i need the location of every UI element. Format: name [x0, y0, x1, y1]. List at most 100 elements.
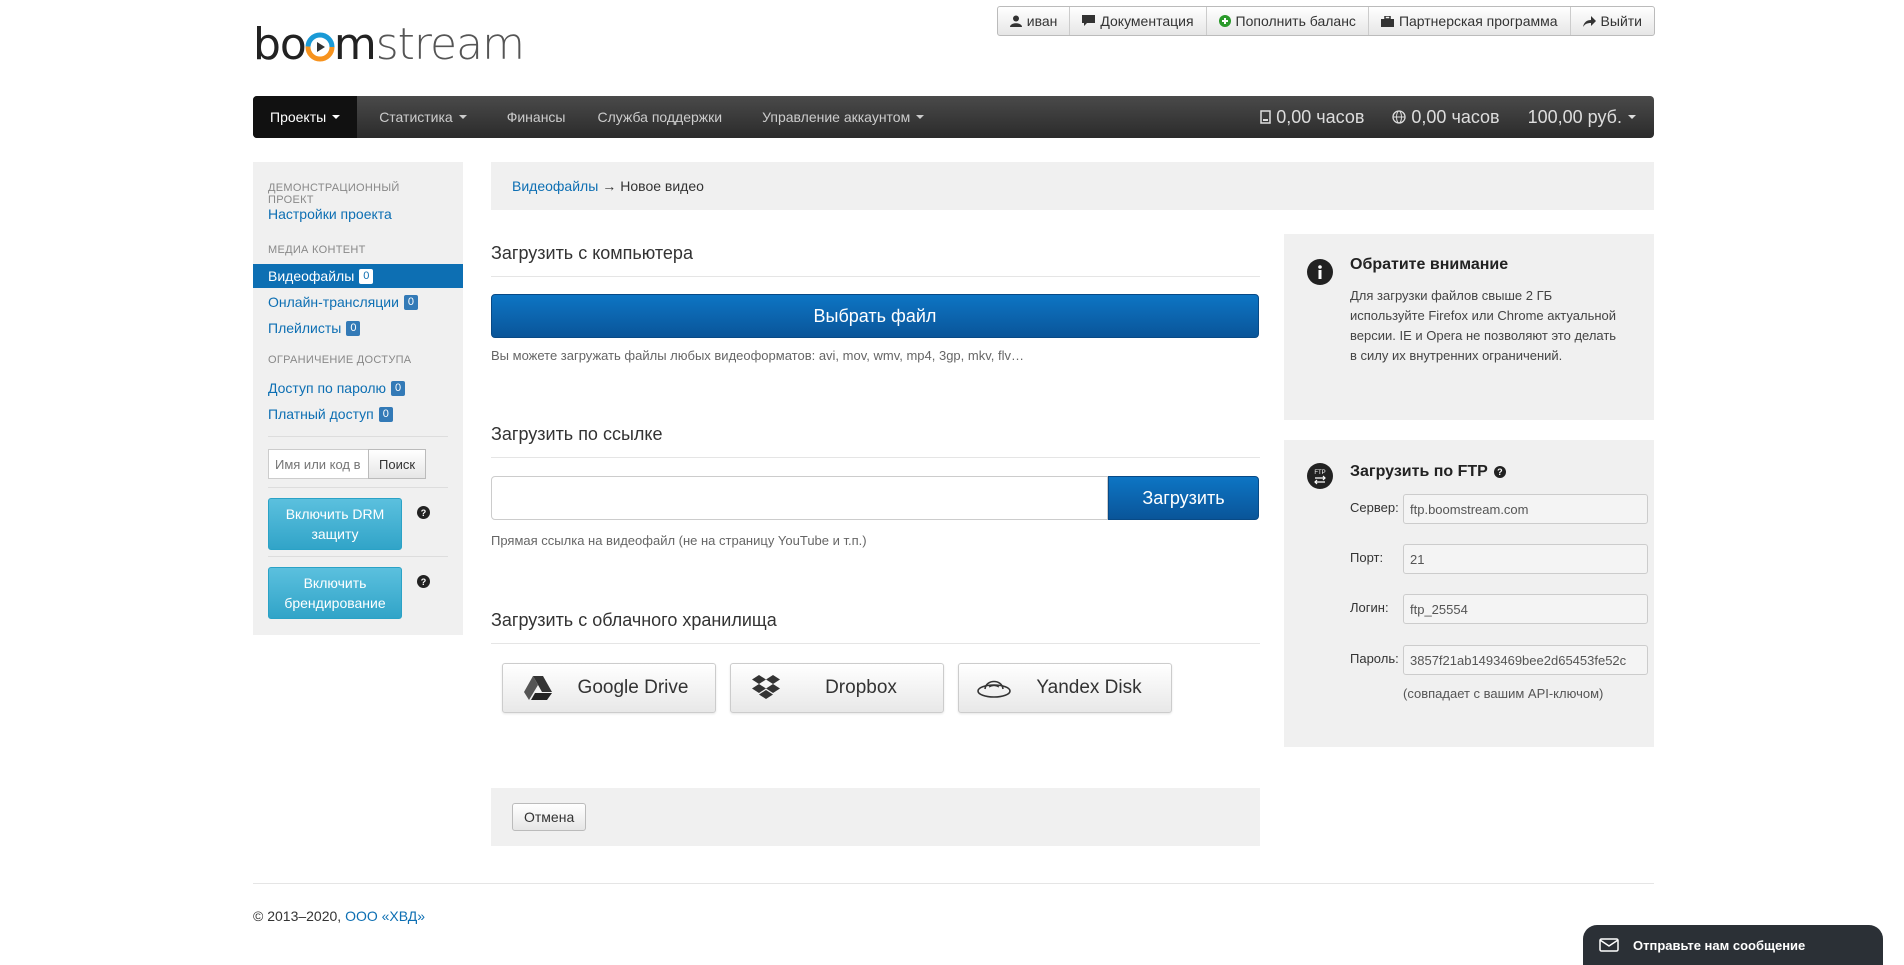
globe-icon — [1392, 110, 1407, 124]
ftp-title: Загрузить по FTP ? — [1350, 463, 1506, 481]
breadcrumb-arrow: → — [602, 178, 617, 194]
breadcrumb: Видеофайлы → Новое видео — [491, 162, 1654, 210]
dropbox-button[interactable]: Dropbox — [730, 663, 944, 713]
form-actions: Отмена — [491, 788, 1260, 846]
enable-branding-button[interactable]: Включить брендирование — [268, 567, 402, 619]
storage-hours[interactable]: 0,00 часов — [1246, 107, 1378, 128]
ftp-server-label: Сервер: — [1350, 500, 1399, 515]
search-button[interactable]: Поиск — [368, 449, 427, 479]
branding-row: Включить брендирование ? — [268, 567, 448, 619]
balance-dropdown[interactable]: 100,00 руб. — [1514, 107, 1654, 128]
sidebar-item-videos[interactable]: Видеофайлы 0 — [253, 264, 463, 288]
yandex-disk-icon — [959, 677, 1029, 699]
breadcrumb-current: Новое видео — [620, 178, 704, 194]
breadcrumb-link-videos[interactable]: Видеофайлы — [512, 178, 598, 194]
ftp-server-field[interactable]: ftp.boomstream.com — [1403, 494, 1648, 524]
comment-icon — [1082, 15, 1096, 27]
search-input[interactable] — [268, 449, 368, 479]
upload-link-title: Загрузить по ссылке — [491, 424, 1260, 458]
caret-down-icon — [916, 115, 925, 119]
logo-text: bo mstream — [253, 19, 525, 70]
google-drive-icon — [503, 676, 573, 700]
footer: © 2013–2020, ООО «ХВД» — [253, 908, 425, 924]
traffic-hours[interactable]: 0,00 часов — [1378, 107, 1513, 128]
plus-circle-icon — [1218, 15, 1231, 27]
ftp-login-field[interactable]: ftp_25554 — [1403, 594, 1648, 624]
video-url-input[interactable] — [491, 476, 1108, 520]
nav-account[interactable]: Управление аккаунтом — [738, 96, 940, 138]
info-icon — [1307, 259, 1333, 285]
choose-file-button[interactable]: Выбрать файл — [491, 294, 1259, 338]
help-icon[interactable]: ? — [1493, 466, 1506, 478]
ftp-password-note: (совпадает с вашим API-ключом) — [1403, 686, 1604, 701]
sidebar-item-paid-access[interactable]: Платный доступ 0 — [253, 402, 463, 426]
user-toolbar: иван Документация Пополнить баланс Партн… — [996, 6, 1655, 36]
count-badge: 0 — [359, 268, 374, 284]
caret-down-icon — [1628, 115, 1636, 119]
chat-widget[interactable]: Отправьте нам сообщение — [1583, 925, 1883, 965]
count-badge: 0 — [391, 380, 406, 396]
top-up-balance-button[interactable]: Пополнить баланс — [1205, 7, 1368, 35]
caret-down-icon — [332, 115, 341, 119]
ftp-port-label: Порт: — [1350, 550, 1384, 565]
caret-down-icon — [458, 115, 467, 119]
nav-support[interactable]: Служба поддержки — [582, 96, 739, 138]
google-drive-button[interactable]: Google Drive — [502, 663, 716, 713]
notice-panel: Обратите внимание Для загрузки файлов св… — [1284, 234, 1654, 420]
sidebar-item-live-streams[interactable]: Онлайн-трансляции 0 — [253, 290, 463, 314]
cancel-button[interactable]: Отмена — [512, 803, 587, 831]
sidebar-divider — [268, 436, 448, 437]
upload-cloud-title: Загрузить с облачного хранилища — [491, 610, 1260, 644]
notice-text: Для загрузки файлов свыше 2 ГБ используй… — [1350, 288, 1617, 363]
sidebar-item-password-access[interactable]: Доступ по паролю 0 — [253, 376, 463, 400]
sidebar-item-playlists[interactable]: Плейлисты 0 — [253, 316, 463, 340]
nav-statistics[interactable]: Статистика — [357, 96, 483, 138]
ftp-login-label: Логин: — [1350, 600, 1389, 615]
briefcase-icon — [1380, 15, 1394, 27]
copyright-text: © 2013–2020, — [253, 908, 342, 924]
sidebar-heading-project: Демонстрационный проект — [268, 182, 400, 206]
count-badge: 0 — [346, 320, 361, 336]
nav-projects[interactable]: Проекты — [253, 96, 358, 138]
sidebar-heading-media: Медиа контент — [268, 244, 366, 256]
logout-button[interactable]: Выйти — [1569, 7, 1654, 35]
dropbox-icon — [731, 675, 801, 701]
nav-stats-group: 0,00 часов 0,00 часов 100,00 руб. — [1246, 107, 1654, 128]
user-icon — [1009, 15, 1022, 27]
enable-drm-button[interactable]: Включить DRM защиту — [268, 498, 402, 550]
sidebar-item-project-settings[interactable]: Настройки проекта — [253, 202, 463, 226]
upload-computer-title: Загрузить с компьютера — [491, 243, 1260, 277]
hdd-icon — [1260, 110, 1271, 124]
user-menu-button[interactable]: иван — [998, 7, 1070, 35]
company-link[interactable]: ООО «ХВД» — [345, 908, 425, 924]
sidebar: Демонстрационный проект Настройки проект… — [253, 162, 463, 635]
sidebar-search: Поиск — [268, 449, 448, 479]
partner-program-button[interactable]: Партнерская программа — [1367, 7, 1570, 35]
drm-row: Включить DRM защиту ? — [268, 498, 448, 550]
sidebar-heading-access: Ограничение доступа — [268, 354, 412, 366]
upload-formats-hint: Вы можете загружать файлы любых видеофор… — [491, 348, 1024, 363]
ftp-port-field[interactable]: 21 — [1403, 544, 1648, 574]
play-circle-logo-icon — [305, 32, 335, 62]
envelope-icon — [1599, 938, 1619, 952]
count-badge: 0 — [378, 406, 393, 422]
footer-divider — [253, 883, 1654, 884]
count-badge: 0 — [403, 294, 419, 310]
boomstream-logo[interactable]: bo mstream — [253, 19, 525, 70]
svg-text:FTP: FTP — [1314, 470, 1325, 476]
yandex-disk-button[interactable]: Yandex Disk — [958, 663, 1172, 713]
share-arrow-icon — [1582, 15, 1596, 27]
sidebar-divider — [268, 487, 448, 488]
sidebar-divider — [268, 556, 448, 557]
ftp-password-field[interactable]: 3857f21ab1493469bee2d65453fe52c — [1403, 645, 1648, 675]
main-navbar: Проекты Статистика Финансы Служба поддер… — [253, 96, 1654, 138]
upload-link-button[interactable]: Загрузить — [1108, 476, 1259, 520]
notice-title: Обратите внимание — [1350, 256, 1509, 273]
documentation-button[interactable]: Документация — [1069, 7, 1205, 35]
help-icon[interactable]: ? — [417, 575, 430, 588]
help-icon[interactable]: ? — [417, 506, 430, 519]
nav-finance[interactable]: Финансы — [483, 96, 582, 138]
upload-link-hint: Прямая ссылка на видеофайл (не на страни… — [491, 533, 867, 548]
ftp-password-label: Пароль: — [1350, 651, 1399, 666]
ftp-icon: FTP — [1307, 463, 1333, 489]
